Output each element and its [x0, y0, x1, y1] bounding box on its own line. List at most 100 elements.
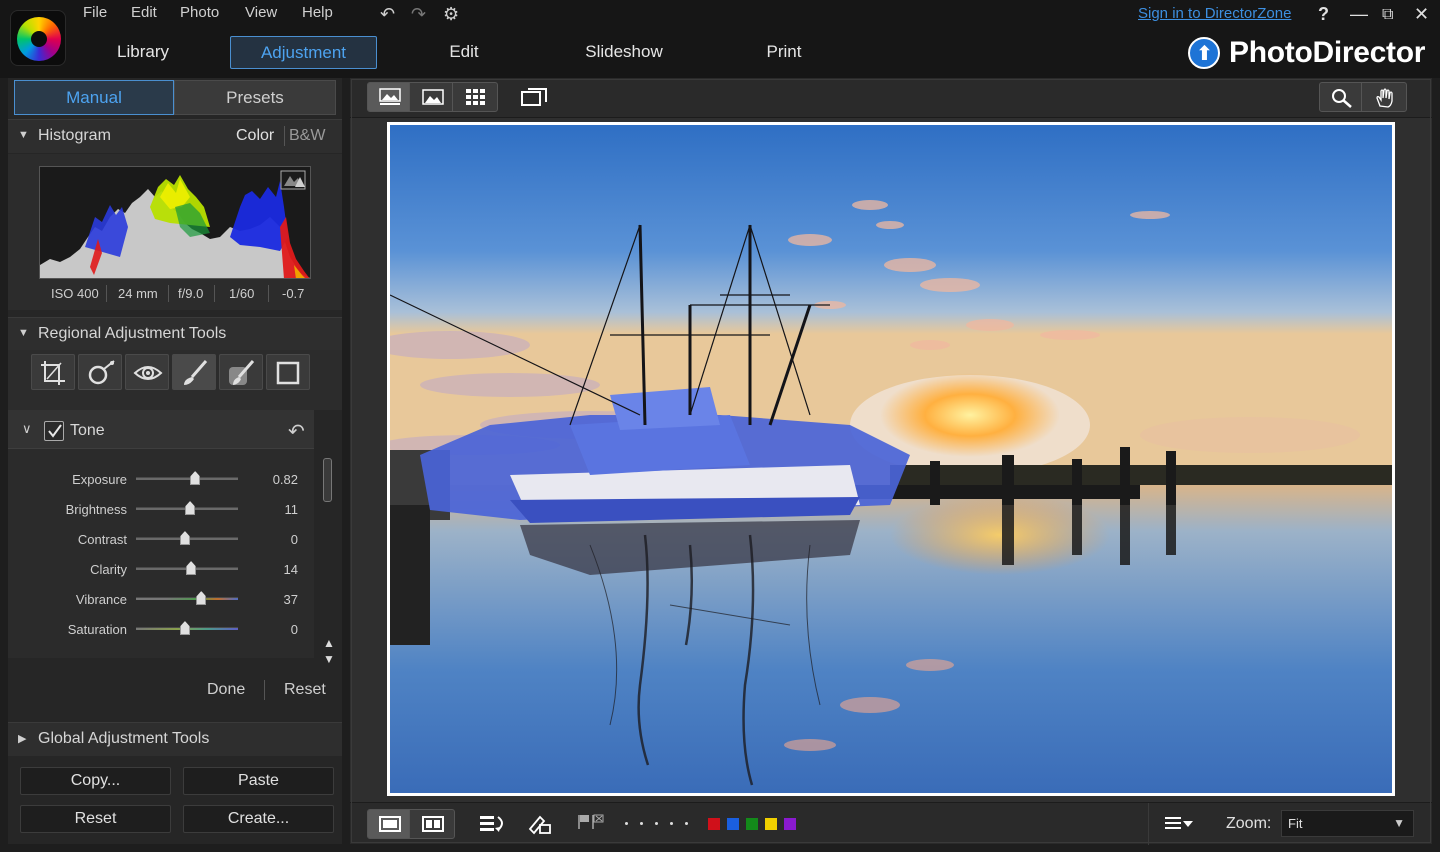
rating-star-dot[interactable]	[670, 822, 673, 825]
display-info-button[interactable]	[1164, 814, 1194, 839]
zoom-tool-button[interactable]	[1320, 83, 1362, 111]
chevron-down-icon[interactable]: ∨	[22, 421, 32, 437]
global-adjustment-header[interactable]: ▶ Global Adjustment Tools	[8, 722, 342, 756]
tab-manual[interactable]: Manual	[14, 80, 174, 115]
color-label-yellow[interactable]	[765, 818, 777, 830]
red-eye-tool-icon	[133, 366, 163, 380]
scroll-up-icon[interactable]: ▲	[323, 636, 335, 650]
close-icon[interactable]: ✕	[1414, 4, 1429, 25]
single-view-button[interactable]	[411, 83, 453, 111]
rating-star-dot[interactable]	[655, 822, 658, 825]
tone-reset-button[interactable]: Reset	[284, 681, 326, 699]
frame-tool[interactable]	[266, 354, 310, 390]
sign-in-link[interactable]: Sign in to DirectorZone	[1138, 5, 1291, 22]
slider-row-clarity: Clarity 14	[8, 556, 314, 586]
collapse-triangle-icon: ▼	[18, 129, 29, 141]
slider-value[interactable]: 0	[258, 622, 298, 637]
flag-buttons[interactable]	[577, 813, 607, 838]
minimize-icon[interactable]: —	[1350, 4, 1368, 25]
create-preset-button[interactable]: Create...	[183, 805, 334, 833]
slider-track[interactable]	[136, 597, 238, 600]
histogram-bw-toggle[interactable]: B&W	[289, 127, 325, 145]
pen-eraser-icon	[528, 815, 551, 835]
menu-view[interactable]: View	[245, 4, 277, 21]
rating-star-dot[interactable]	[685, 822, 688, 825]
gradient-mask-tool[interactable]	[219, 354, 263, 390]
regional-adjustment-title: Regional Adjustment Tools	[38, 325, 227, 342]
nav-tab-slideshow[interactable]: Slideshow	[570, 36, 678, 69]
slider-thumb[interactable]	[179, 531, 190, 545]
slider-value[interactable]: 11	[258, 502, 299, 517]
copy-button[interactable]: Copy...	[20, 767, 171, 795]
viewer-toolbar	[350, 78, 1432, 118]
compare-preview-button[interactable]	[411, 810, 453, 838]
slider-value[interactable]: 37	[258, 592, 298, 607]
compare-mode-group	[367, 809, 455, 839]
photo-frame	[387, 122, 1395, 796]
slider-thumb[interactable]	[190, 471, 201, 485]
grid-view-button[interactable]	[454, 83, 496, 111]
slider-thumb[interactable]	[179, 621, 190, 635]
color-label-red[interactable]	[708, 818, 720, 830]
slider-track[interactable]	[136, 477, 238, 480]
photo-canvas[interactable]	[390, 125, 1392, 793]
slider-thumb[interactable]	[185, 501, 196, 515]
scrollbar-thumb[interactable]	[323, 458, 332, 502]
menu-file[interactable]: File	[83, 4, 107, 21]
slider-value[interactable]: 0	[258, 532, 298, 547]
scroll-down-icon[interactable]: ▼	[323, 652, 335, 666]
zoom-pan-group	[1319, 82, 1407, 112]
screen-rotate-icon	[521, 88, 547, 106]
list-options-icon	[1165, 817, 1193, 829]
regional-adjustment-header[interactable]: ▼ Regional Adjustment Tools	[8, 317, 342, 351]
tone-header[interactable]: ∨ Tone ↶	[8, 411, 314, 449]
nav-tab-library[interactable]: Library	[100, 36, 186, 69]
redo-icon[interactable]: ↷	[411, 4, 426, 25]
done-button[interactable]: Done	[207, 681, 245, 699]
help-button[interactable]: ?	[1318, 4, 1329, 25]
zoom-dropdown[interactable]: Fit ▼	[1281, 810, 1414, 837]
settings-gear-icon[interactable]: ⚙	[443, 4, 459, 25]
slider-row-saturation: Saturation 0	[8, 616, 314, 646]
slider-thumb[interactable]	[186, 561, 197, 575]
histogram-header[interactable]: ▼ Histogram Color B&W	[8, 119, 342, 153]
crop-straighten-tool[interactable]	[31, 354, 75, 390]
rotate-list-button[interactable]	[478, 813, 508, 840]
rating-star-dot[interactable]	[640, 822, 643, 825]
adjustment-brush-tool[interactable]	[172, 354, 216, 390]
menu-help[interactable]: Help	[302, 4, 333, 21]
menu-photo[interactable]: Photo	[180, 4, 219, 21]
restore-icon[interactable]: ⧉	[1382, 6, 1393, 24]
panel-scrollbar[interactable]: ▲ ▼	[321, 398, 335, 670]
slider-label: Clarity	[90, 562, 127, 577]
spot-removal-tool[interactable]	[78, 354, 122, 390]
brand-name: PhotoDirector	[1229, 36, 1426, 69]
clipping-warning-icon[interactable]	[280, 170, 306, 190]
nav-tab-print[interactable]: Print	[754, 36, 814, 69]
slider-value[interactable]: 14	[258, 562, 298, 577]
edit-eraser-button[interactable]	[526, 813, 554, 840]
filmstrip-view-button[interactable]	[368, 83, 410, 111]
rating-star-dot[interactable]	[625, 822, 628, 825]
color-label-blue[interactable]	[727, 818, 739, 830]
color-label-purple[interactable]	[784, 818, 796, 830]
paste-button[interactable]: Paste	[183, 767, 334, 795]
undo-icon[interactable]: ↶	[380, 4, 395, 25]
histogram-color-toggle[interactable]: Color	[236, 127, 274, 145]
pan-tool-button[interactable]	[1363, 83, 1405, 111]
nav-tab-edit[interactable]: Edit	[428, 36, 500, 69]
rotate-fullscreen-button[interactable]	[520, 86, 548, 113]
tab-presets[interactable]: Presets	[174, 80, 336, 115]
red-eye-tool[interactable]	[125, 354, 169, 390]
exif-exposure-comp: -0.7	[282, 286, 305, 301]
single-preview-button[interactable]	[368, 810, 410, 838]
tone-enable-checkbox[interactable]	[44, 421, 64, 441]
slider-value[interactable]: 0.82	[258, 472, 298, 487]
slider-thumb[interactable]	[196, 591, 207, 605]
nav-tab-adjustment[interactable]: Adjustment	[230, 36, 377, 69]
reset-undo-icon[interactable]: ↶	[288, 419, 305, 444]
reset-button[interactable]: Reset	[20, 805, 171, 833]
menu-edit[interactable]: Edit	[131, 4, 157, 21]
color-label-green[interactable]	[746, 818, 758, 830]
app-logo[interactable]	[10, 10, 66, 66]
